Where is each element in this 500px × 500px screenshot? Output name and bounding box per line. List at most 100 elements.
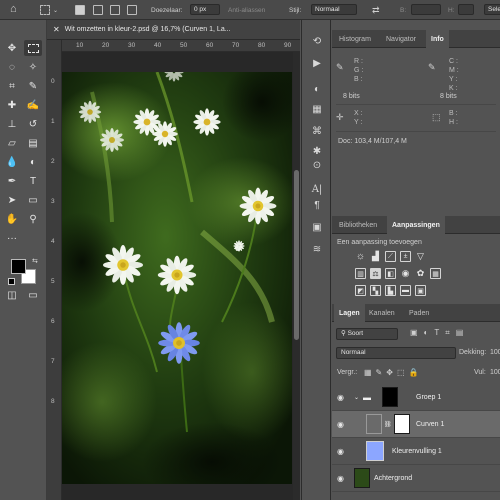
move-tool-icon[interactable]: ✥ — [3, 40, 21, 56]
info-b: B : — [354, 76, 363, 83]
layer-row-curves[interactable]: ◉ ⛓ Curven 1 — [332, 411, 500, 438]
color-panel-icon[interactable]: ◐ — [310, 82, 324, 96]
color-lookup-icon[interactable]: ▦ — [430, 268, 441, 279]
magic-wand-icon[interactable]: ✧ — [24, 59, 42, 75]
layer-row-group[interactable]: ◉ ⌄ ▬ Groep 1 — [332, 384, 500, 411]
history-icon[interactable]: ⟲ — [310, 34, 324, 48]
more-tools-icon[interactable]: ··· — [3, 230, 21, 246]
quick-mask-icon[interactable]: ◫ — [3, 287, 21, 303]
path-selection-icon[interactable]: ➤ — [3, 192, 21, 208]
swap-icon[interactable]: ⇄ — [372, 4, 380, 16]
marquee-preset-icon[interactable] — [40, 5, 50, 15]
threshold-icon[interactable]: ▙ — [385, 285, 396, 296]
exposure-icon[interactable]: ± — [400, 251, 411, 262]
shape-tool-icon[interactable]: ▭ — [24, 192, 42, 208]
vibrance-icon[interactable]: ▽ — [415, 251, 426, 262]
select-and-mask-button[interactable]: Sele — [484, 4, 500, 15]
tab-adjustments[interactable]: Aanpassingen — [387, 216, 445, 234]
scrollbar-thumb[interactable] — [294, 170, 299, 340]
opacity-value[interactable]: 100 — [490, 349, 500, 356]
properties-icon[interactable]: ≋ — [310, 242, 324, 256]
antialias-checkbox[interactable]: Anti-aliassen — [228, 4, 265, 16]
clone-source-icon[interactable]: ⊙ — [310, 158, 324, 172]
add-selection-icon[interactable] — [93, 5, 103, 15]
eraser-icon[interactable]: ▱ — [3, 135, 21, 151]
layer-filter-select[interactable]: ⚲ Soort — [336, 328, 398, 340]
visibility-eye-icon[interactable]: ◉ — [337, 393, 344, 402]
play-actions-icon[interactable]: ▶ — [310, 56, 324, 70]
ruler-label: 0 — [51, 78, 55, 85]
crop-tool-icon[interactable]: ⌗ — [3, 78, 21, 94]
intersect-selection-icon[interactable] — [127, 5, 137, 15]
type-tool-icon[interactable]: T — [24, 173, 42, 189]
black-white-icon[interactable]: ◧ — [385, 268, 396, 279]
width-input[interactable] — [411, 4, 441, 15]
tab-info[interactable]: Info — [426, 30, 449, 48]
visibility-eye-icon[interactable]: ◉ — [337, 474, 344, 483]
tab-layers[interactable]: Lagen — [334, 304, 365, 322]
tab-paths[interactable]: Paden — [404, 304, 434, 322]
document-tab[interactable]: ✕ Wit omzetten in kleur-2.psd @ 16,7% (C… — [47, 20, 300, 40]
tab-histogram[interactable]: Histogram — [334, 30, 376, 48]
visibility-eye-icon[interactable]: ◉ — [337, 420, 344, 429]
chevron-down-icon[interactable]: ⌄ — [354, 394, 359, 401]
document-image[interactable] — [62, 72, 292, 484]
lasso-tool-icon[interactable]: ◌ — [3, 59, 21, 75]
screen-mode-icon[interactable]: ▭ — [24, 287, 42, 303]
blend-mode-select[interactable]: Normaal — [336, 347, 456, 359]
feather-input[interactable]: 0 px — [190, 4, 220, 15]
brightness-icon[interactable]: ☼ — [355, 251, 366, 262]
layer-row-background[interactable]: ◉ Achtergrond — [332, 465, 500, 492]
hue-saturation-icon[interactable]: ▥ — [355, 268, 366, 279]
brush-tool-icon[interactable]: ✍ — [24, 97, 42, 113]
gradient-icon[interactable]: ▤ — [24, 135, 42, 151]
subtract-selection-icon[interactable] — [110, 5, 120, 15]
color-balance-icon[interactable]: ⚖ — [370, 268, 381, 279]
swatches-icon[interactable]: ▦ — [310, 102, 324, 116]
tab-channels[interactable]: Kanalen — [364, 304, 400, 322]
home-icon[interactable]: ⌂ — [10, 3, 17, 15]
fill-value[interactable]: 100 — [490, 369, 500, 376]
chevron-down-icon[interactable]: ⌄ — [53, 4, 58, 16]
tab-libraries[interactable]: Bibliotheken — [334, 216, 382, 234]
character-icon[interactable]: A| — [310, 182, 324, 196]
adjust-panel-tabs: Bibliotheken Aanpassingen — [332, 216, 500, 234]
style-select[interactable]: Normaal — [311, 4, 357, 15]
swap-colors-icon[interactable]: ⇆ — [32, 257, 38, 265]
pen-tool-icon[interactable]: ✒ — [3, 173, 21, 189]
glyphs-icon[interactable]: ▣ — [310, 220, 324, 234]
brush-settings-icon[interactable]: ⌘ — [310, 124, 324, 138]
levels-icon[interactable]: ▟ — [370, 251, 381, 262]
photo-filter-icon[interactable]: ◉ — [400, 268, 411, 279]
hand-tool-icon[interactable]: ✋ — [3, 211, 21, 227]
healing-brush-icon[interactable]: ✚ — [3, 97, 21, 113]
selective-color-icon[interactable]: ▣ — [415, 285, 426, 296]
visibility-eye-icon[interactable]: ◉ — [337, 447, 344, 456]
brushes-icon[interactable]: ✱ — [310, 144, 324, 158]
dodge-tool-icon[interactable]: ◐ — [24, 154, 42, 170]
height-input[interactable] — [458, 4, 474, 15]
foreground-color-swatch[interactable] — [11, 259, 26, 274]
channel-mixer-icon[interactable]: ✿ — [415, 268, 426, 279]
marquee-tool-icon[interactable] — [24, 40, 42, 56]
curves-icon[interactable]: ⟋ — [385, 251, 396, 262]
new-selection-icon[interactable] — [75, 5, 85, 15]
lock-icons[interactable]: ▦✎✥⬚🔒 — [364, 368, 422, 377]
posterize-icon[interactable]: ▚ — [370, 285, 381, 296]
invert-icon[interactable]: ◩ — [355, 285, 366, 296]
ruler-label: 5 — [51, 278, 55, 285]
gradient-map-icon[interactable]: ▬ — [400, 285, 411, 296]
eyedropper-icon[interactable]: ✎ — [24, 78, 42, 94]
zoom-tool-icon[interactable]: ⚲ — [24, 211, 42, 227]
blur-tool-icon[interactable]: 💧 — [3, 154, 21, 170]
default-colors-icon[interactable] — [8, 278, 15, 285]
clone-stamp-icon[interactable]: ⊥ — [3, 116, 21, 132]
width-label: B: — [400, 6, 407, 14]
history-brush-icon[interactable]: ↺ — [24, 116, 42, 132]
layer-filter-icons[interactable]: ▣◐T⌗▤ — [410, 328, 469, 338]
tab-navigator[interactable]: Navigator — [381, 30, 421, 48]
close-icon[interactable]: ✕ — [53, 25, 60, 34]
layer-filter-value: Soort — [347, 330, 364, 337]
layer-row-color-fill[interactable]: ◉ Kleurenvulling 1 — [332, 438, 500, 465]
paragraph-icon[interactable]: ¶ — [310, 198, 324, 212]
